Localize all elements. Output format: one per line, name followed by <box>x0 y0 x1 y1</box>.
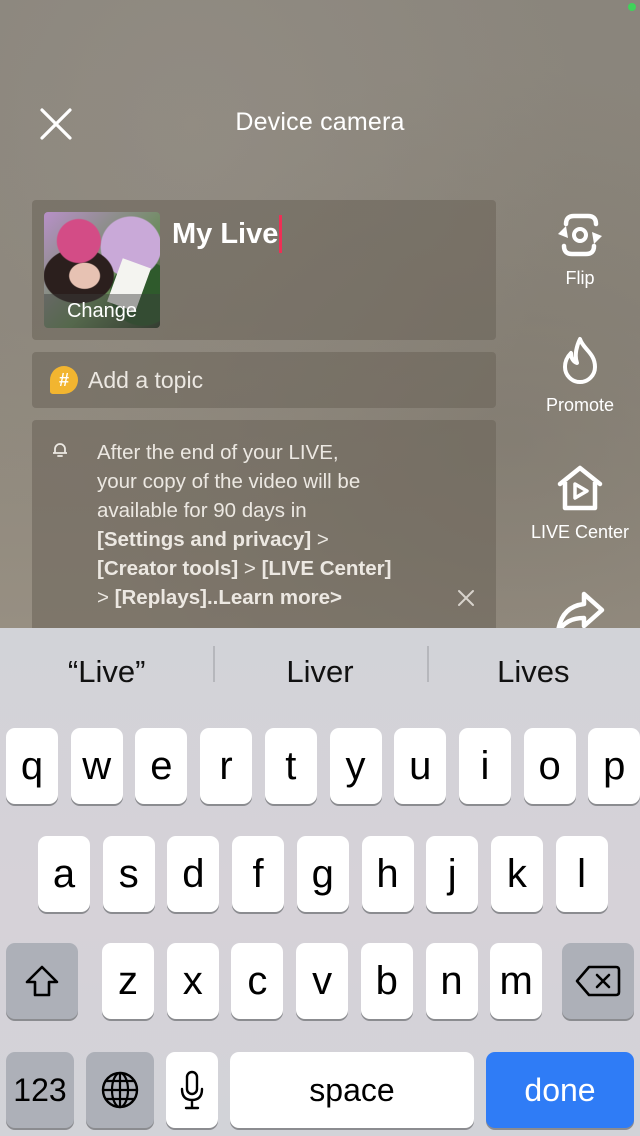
path-separator: > <box>97 586 115 609</box>
share-arrow-icon <box>556 591 605 628</box>
key-j[interactable]: j <box>426 836 479 912</box>
key-b[interactable]: b <box>360 943 413 1019</box>
flip-button[interactable]: Flip <box>520 210 640 289</box>
text-caret <box>279 215 283 253</box>
status-indicator-dot <box>628 3 636 11</box>
key-y[interactable]: y <box>329 728 382 804</box>
change-cover-label[interactable]: Change <box>44 294 160 328</box>
key-z[interactable]: z <box>102 943 154 1019</box>
key-a[interactable]: a <box>38 836 90 912</box>
live-title-card: Change My Live <box>32 200 496 340</box>
flip-label: Flip <box>565 268 595 288</box>
notice-line: [Settings and privacy] > <box>97 525 457 554</box>
key-h[interactable]: h <box>361 836 414 912</box>
done-key[interactable]: done <box>486 1052 634 1128</box>
key-m[interactable]: m <box>490 943 543 1019</box>
key-g[interactable]: g <box>296 836 349 912</box>
key-w[interactable]: w <box>70 728 123 804</box>
flame-icon <box>563 337 597 384</box>
backspace-key[interactable] <box>562 943 634 1019</box>
notice-line: your copy of the video will be <box>97 470 361 493</box>
add-topic-button[interactable]: # Add a topic <box>32 352 496 408</box>
key-r[interactable]: r <box>200 728 253 804</box>
promote-label: Promote <box>545 395 615 415</box>
dictation-key[interactable] <box>166 1052 218 1128</box>
globe-key[interactable] <box>86 1052 154 1128</box>
key-p[interactable]: p <box>588 728 640 804</box>
key-n[interactable]: n <box>425 943 478 1019</box>
live-center-button[interactable]: LIVE Center <box>520 462 640 543</box>
key-e[interactable]: e <box>135 728 188 804</box>
key-x[interactable]: x <box>166 943 219 1019</box>
shift-key[interactable] <box>6 943 78 1019</box>
key-q[interactable]: q <box>6 728 58 804</box>
key-v[interactable]: v <box>296 943 349 1019</box>
bell-icon <box>53 443 67 457</box>
live-center-link[interactable]: [LIVE Center] <box>262 557 392 580</box>
notice-line: > [Replays]..Learn more> <box>97 583 457 612</box>
path-separator: > <box>238 557 262 580</box>
live-title-value[interactable]: My Live <box>172 218 278 251</box>
key-u[interactable]: u <box>394 728 447 804</box>
suggestion-item[interactable]: Lives <box>426 646 640 690</box>
suggestion-item[interactable]: “Live” <box>0 654 213 690</box>
key-t[interactable]: t <box>264 728 317 804</box>
globe-icon <box>101 1071 139 1109</box>
key-s[interactable]: s <box>102 836 155 912</box>
flip-camera-icon <box>558 213 602 257</box>
key-l[interactable]: l <box>555 836 608 912</box>
share-button[interactable] <box>520 590 640 628</box>
space-key[interactable]: space <box>230 1052 474 1128</box>
keyboard: “Live” Liver Lives qwertyuiop asdfghjkl … <box>0 628 640 1136</box>
key-d[interactable]: d <box>167 836 220 912</box>
backspace-icon <box>575 965 621 997</box>
key-o[interactable]: o <box>523 728 576 804</box>
creator-tools-link[interactable]: [Creator tools] <box>97 557 238 580</box>
live-center-home-icon <box>557 465 603 511</box>
replay-notice-card: After the end of your LIVE, your copy of… <box>32 420 496 630</box>
add-topic-label: Add a topic <box>88 366 204 393</box>
live-title-input[interactable]: My Live <box>172 212 484 256</box>
shift-arrow-icon <box>25 965 59 997</box>
microphone-icon <box>180 1070 204 1110</box>
notice-line: available for 90 days in <box>97 499 307 522</box>
key-f[interactable]: f <box>232 836 285 912</box>
cover-image-button[interactable]: Change <box>44 212 160 328</box>
key-i[interactable]: i <box>458 728 511 804</box>
suggestion-bar: “Live” Liver Lives <box>0 628 640 716</box>
suggestion-item[interactable]: Liver <box>213 646 426 690</box>
replay-notice-text: After the end of your LIVE, your copy of… <box>97 438 457 612</box>
path-separator: > <box>311 528 329 551</box>
settings-privacy-link[interactable]: [Settings and privacy] <box>97 528 311 551</box>
page-title: Device camera <box>235 108 405 136</box>
hashtag-icon: # <box>50 366 78 394</box>
notice-line: [Creator tools] > [LIVE Center] <box>97 554 457 583</box>
numbers-key[interactable]: 123 <box>6 1052 74 1128</box>
live-center-label: LIVE Center <box>530 522 630 542</box>
key-k[interactable]: k <box>490 836 543 912</box>
learn-more-link[interactable]: ..Learn more> <box>207 586 342 609</box>
replays-link[interactable]: [Replays] <box>115 586 207 609</box>
notice-line: After the end of your LIVE, <box>97 441 339 464</box>
promote-button[interactable]: Promote <box>520 335 640 416</box>
camera-preview: Device camera Change My Live # Add a top… <box>0 0 640 630</box>
dismiss-notice-icon[interactable] <box>456 588 476 608</box>
key-c[interactable]: c <box>231 943 284 1019</box>
